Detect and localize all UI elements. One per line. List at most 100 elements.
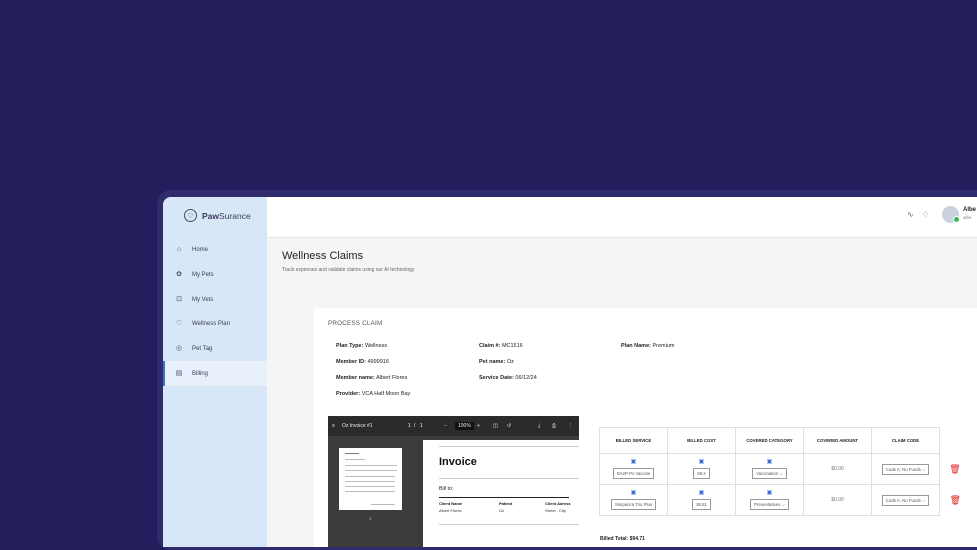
value-client-name: Albert Flores [439,508,462,513]
calendar-icon[interactable]: ▣ [736,459,803,466]
claim-number: Claim #: MC1516 [479,343,523,349]
member-name: Member name: Albert Flores [336,375,408,381]
sidebar-item-label: Billing [192,370,209,377]
table-row: ▣ DA2P-Pv Vaccine ▣ 59.2 ▣ Vaccination ⌵ $0… [599,453,971,485]
rotate-icon[interactable]: ↺ [507,423,511,429]
more-options-icon[interactable]: ⋮ [568,423,573,429]
table-header-row: BILLED SERVICE BILLED COST COVERED CATEG… [599,427,971,454]
value-patient: Oz [499,508,505,513]
page-divider [439,497,569,498]
sidebar-item-label: Pet Tag [192,346,213,353]
calendar-icon[interactable]: ▣ [600,490,667,497]
home-icon: ⌂ [176,246,182,254]
trash-icon[interactable]: 🗑 [949,464,960,474]
user-name: Albe [963,207,977,213]
cell-covered-amount: $0.00 [803,453,872,485]
section-title: PROCESS CLAIM [328,320,383,327]
service-date: Service Date: 06/12/24 [479,375,537,381]
process-claim-card: PROCESS CLAIM Plan Type: Wellness Member… [314,308,977,547]
member-id: Member ID: 4999916 [336,359,389,365]
user-email: albe [963,215,972,220]
pdf-viewer[interactable]: ≡ Oz Invoice #1 1 / 1 − 100% + ◫ ↺ ⤓ ⎙ ⋮ [328,416,579,547]
sidebar-item-wellness-plan[interactable]: ♡ Wellness Plan [163,312,267,337]
billed-service-input[interactable]: DA2P-Pv Vaccine [612,468,655,479]
header-claim-code: CLAIM CODE [871,427,940,454]
zoom-in-button[interactable]: + [477,423,480,429]
brand-name-rest: Surance [219,210,251,221]
sidebar-item-label: My Vets [192,296,214,303]
page-divider [439,524,579,525]
zoom-level[interactable]: 100% [455,422,474,430]
billing-icon: ▤ [175,369,183,377]
header-covered-category: COVERED CATEGORY [735,427,804,454]
brand-logo[interactable]: ♡ PawSurance [184,209,251,222]
zoom-out-button[interactable]: − [444,423,447,429]
calendar-icon[interactable]: ▣ [736,490,803,497]
column-patient: Patient [499,501,513,506]
billed-service-input[interactable]: Simparica Trio Plus [610,499,656,510]
invoice-title: Invoice [439,456,477,468]
cell-billed-cost: ▣ 35.51 [667,484,736,516]
sidebar-item-billing[interactable]: ▤ Billing [163,361,267,387]
clinic-icon: ⊡ [176,295,182,303]
sidebar-item-home[interactable]: ⌂ Home [163,238,267,263]
header-covered-amount: COVERED AMOUNT [803,427,872,454]
page-separator: / [414,423,416,429]
download-icon[interactable]: ⤓ [538,423,540,429]
header-actions [940,428,971,454]
sidebar-item-label: Home [192,247,209,254]
calendar-icon[interactable]: ▣ [668,459,735,466]
sidebar-item-pet-tag[interactable]: ◎ Pet Tag [163,337,267,362]
covered-category-select[interactable]: Vaccination ⌵ [752,468,787,479]
billed-cost-input[interactable]: 59.2 [693,468,710,479]
billed-cost-input[interactable]: 35.51 [692,499,711,510]
cell-covered-amount: $0.00 [803,484,872,516]
heart-icon: ♡ [175,320,183,328]
page-subtitle: Track expenses and validate claims using… [282,267,415,273]
cell-claim-code: Code A: No Funds ⌵ [871,484,940,516]
pdf-toolbar: ≡ Oz Invoice #1 1 / 1 − 100% + ◫ ↺ ⤓ ⎙ ⋮ [328,416,579,436]
avatar[interactable] [942,206,960,223]
cell-billed-cost: ▣ 59.2 [667,453,736,485]
billed-total: Billed Total: $94.71 [600,536,645,542]
trash-icon[interactable]: 🗑 [950,495,961,505]
page-thumbnail[interactable] [339,448,402,510]
cell-covered-category: ▣ Vaccination ⌵ [735,453,804,485]
cell-claim-code: Code A: No Funds ⌵ [871,453,940,485]
calendar-icon[interactable]: ▣ [600,459,667,466]
claim-code-select[interactable]: Code A: No Funds ⌵ [881,494,930,506]
pet-name: Pet name: Oz [479,359,514,365]
print-icon[interactable]: ⎙ [552,423,556,429]
covered-amount-value: $0.00 [831,497,844,503]
table-row: ▣ Simparica Trio Plus ▣ 35.51 ▣ Preventativ… [599,484,971,516]
header-billed-service: BILLED SERVICE [599,427,668,454]
cell-covered-category: ▣ Preventatives ⌵ [735,484,804,516]
claims-table: BILLED SERVICE BILLED COST COVERED CATEG… [599,427,971,516]
calendar-icon[interactable]: ▣ [668,490,735,497]
tag-icon: ◎ [175,345,183,353]
fit-page-icon[interactable]: ◫ [493,423,498,429]
page-current[interactable]: 1 [408,423,411,429]
page-divider [439,478,579,479]
value-client-address: Street , City [545,508,566,513]
pdf-title: Oz Invoice #1 [342,423,373,429]
plan-name: Plan Name: Premium [621,343,675,349]
bell-icon[interactable]: ♢ [922,210,929,219]
plan-type: Plan Type: Wellness [336,343,388,349]
activity-icon[interactable]: ∿ [907,210,914,219]
cell-actions: 🗑 [940,454,971,485]
paw-heart-logo-icon: ♡ [184,209,197,222]
covered-category-select[interactable]: Preventatives ⌵ [750,499,789,510]
top-bar [267,197,977,238]
sidebar-item-my-pets[interactable]: ✿ My Pets [163,263,267,288]
sidebar-item-label: My Pets [192,272,214,279]
paw-icon: ✿ [176,271,182,279]
page-total: 1 [420,423,423,429]
provider: Provider: VCA Half Moon Bay [336,391,411,397]
sidebar-item-my-vets[interactable]: ⊡ My Vets [163,287,267,312]
covered-amount-value: $0.00 [831,466,844,472]
menu-icon[interactable]: ≡ [332,423,335,429]
cell-actions: 🗑 [940,485,971,516]
claim-code-select[interactable]: Code A: No Funds ⌵ [881,463,930,475]
app-screen: ♡ PawSurance ⌂ Home ✿ My Pets ⊡ My Vets ♡ We… [163,197,977,547]
